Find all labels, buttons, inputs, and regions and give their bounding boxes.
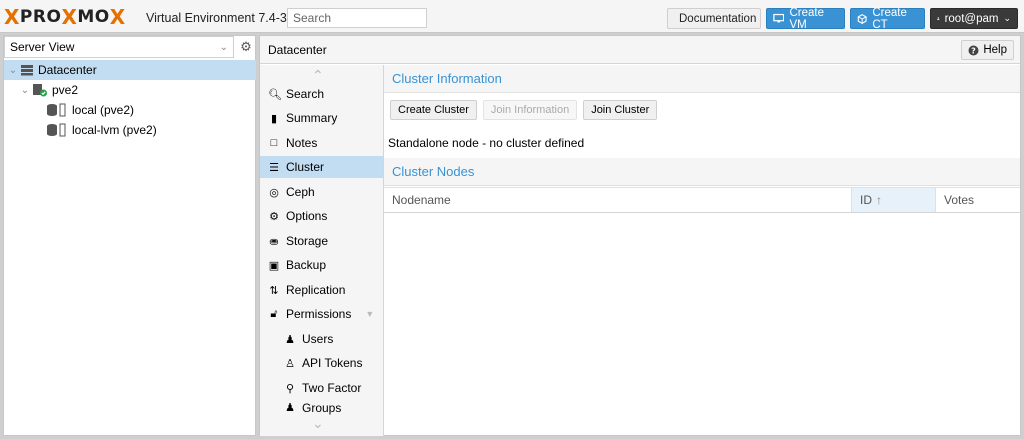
cluster-information-header: Cluster Information [384,65,1020,93]
join-cluster-button[interactable]: Join Cluster [583,100,658,120]
join-information-button[interactable]: Join Information [482,100,578,120]
version-label: Virtual Environment 7.4-3 [146,11,287,25]
column-votes[interactable]: Votes [936,188,1020,212]
nav-notes[interactable]: □ Notes [260,132,383,154]
tree-node-local-lvm[interactable]: local-lvm (pve2) [4,120,256,140]
server-icon [21,65,33,76]
user-outline-icon: ♙ [285,357,295,370]
user-icon [937,17,940,20]
nav-replication[interactable]: ⇅ Replication [260,279,383,301]
proxmox-logo[interactable]: X PRO X MO X [4,5,126,29]
view-selector[interactable]: Server View ⌄ [4,36,234,58]
user-icon: ♟ [285,333,295,346]
create-ct-button[interactable]: Create CT [850,7,925,31]
gear-icon[interactable]: ⚙ [236,36,256,58]
breadcrumb: Datacenter ? Help [260,36,1020,64]
tree-node-local[interactable]: local (pve2) [4,100,256,120]
top-bar: XPROXMOX Virtual Environment 7.4-3 Docum… [0,0,1024,33]
collapse-icon[interactable]: ⌄ [20,85,30,96]
users-icon: ♟ [285,402,295,414]
nav-cluster[interactable]: ☰ Cluster [260,156,383,178]
storage-icon [47,123,66,137]
resource-tree-panel: Server View ⌄ ⚙ ⌄ Datacenter ⌄ pve2 loca… [3,35,256,436]
chevron-down-icon: ⌄ [219,41,228,53]
datacenter-menu: ⌃ 🔍︎ Search ▮ Summary □ Notes ☰ Cluster … [260,65,384,436]
chevron-down-icon: ▼ [365,309,375,319]
note-icon: □ [270,137,278,149]
storage-icon [47,103,66,117]
key-icon: ⚲ [285,382,295,395]
column-nodename[interactable]: Nodename [384,188,852,212]
chevron-down-icon: ⌄ [1003,13,1011,23]
page-title: Datacenter [268,42,327,57]
nav-summary[interactable]: ▮ Summary [260,107,383,129]
search-input[interactable] [287,8,427,28]
question-icon: ? [968,45,979,55]
database-icon: ⛂ [269,235,279,248]
create-cluster-button[interactable]: Create Cluster [390,100,477,120]
nav-search[interactable]: 🔍︎ Search [260,83,383,105]
tree-node-pve2[interactable]: ⌄ pve2 [4,80,256,100]
desktop-icon [773,13,785,23]
nav-api-tokens[interactable]: ♙ API Tokens [260,352,383,374]
cluster-toolbar: Create Cluster Join Information Join Clu… [384,95,658,125]
collapse-icon[interactable]: ⌄ [8,65,18,76]
nav-two-factor[interactable]: ⚲ Two Factor [260,377,383,399]
tree-node-datacenter[interactable]: ⌄ Datacenter [4,60,256,80]
cluster-nodes-header: Cluster Nodes [384,158,1020,186]
gear-icon: ⚙ [269,210,279,223]
nav-storage[interactable]: ⛂ Storage [260,230,383,252]
nav-groups[interactable]: ♟ Groups [260,401,383,415]
nav-permissions[interactable]: 🔓︎ Permissions ▼ [260,303,383,325]
content-panel: Datacenter ? Help ⌃ 🔍︎ Search ▮ Summary … [259,35,1021,436]
user-menu-button[interactable]: root@pam ⌄ [930,8,1018,29]
documentation-button[interactable]: Documentation [667,8,761,29]
floppy-icon: ▣ [268,259,280,272]
search-icon: 🔍︎ [268,88,282,101]
nav-users[interactable]: ♟ Users [260,328,383,350]
column-id[interactable]: ID ↑ [852,188,936,212]
nav-options[interactable]: ⚙ Options [260,205,383,227]
standalone-status: Standalone node - no cluster defined [388,136,585,150]
server-icon: ☰ [269,161,279,174]
cluster-nodes-grid-header: Nodename ID ↑ Votes [384,187,1020,213]
create-vm-button[interactable]: Create VM [766,7,845,31]
svg-text:?: ? [972,46,977,55]
sort-ascending-icon: ↑ [876,193,882,207]
nav-backup[interactable]: ▣ Backup [260,254,383,276]
scroll-down-icon[interactable]: ⌄ [312,415,324,432]
cluster-view: Cluster Information Create Cluster Join … [384,65,1020,436]
unlock-icon: 🔓︎ [270,307,278,320]
scroll-up-icon[interactable]: ⌃ [312,67,324,84]
nav-ceph[interactable]: ◎ Ceph [260,181,383,203]
retweet-icon: ⇅ [269,284,279,297]
node-online-icon [33,84,47,97]
resource-tree: ⌄ Datacenter ⌄ pve2 local (pve2) local-l… [4,60,256,140]
book-icon: ▮ [270,112,278,125]
cube-icon [857,13,867,24]
help-button[interactable]: ? Help [961,40,1014,60]
ceph-icon: ◎ [269,186,279,199]
